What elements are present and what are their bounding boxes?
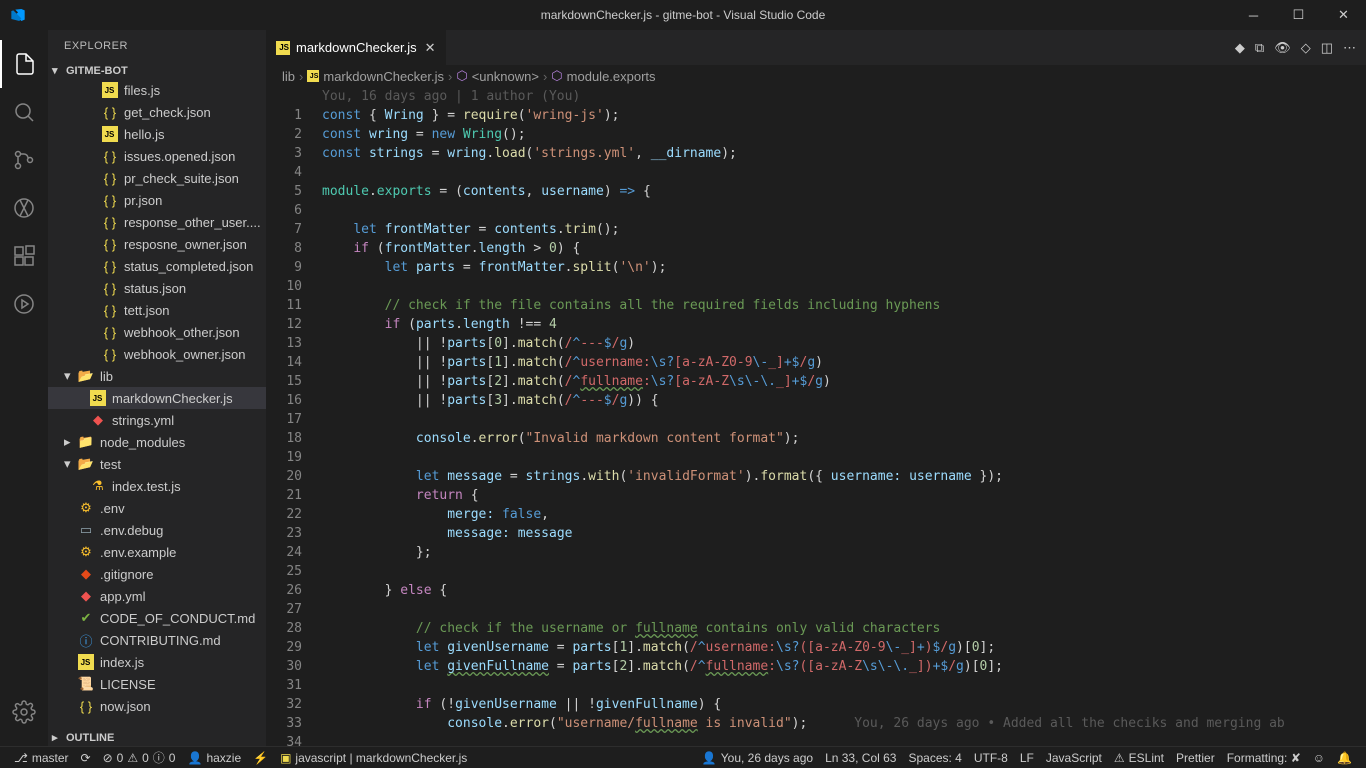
- file-tree: JSfiles.js{ }get_check.jsonJShello.js{ }…: [48, 79, 266, 729]
- indent-indicator[interactable]: Spaces: 4: [902, 751, 967, 765]
- close-button[interactable]: ✕: [1321, 0, 1366, 30]
- branch-icon: ⎇: [14, 751, 28, 765]
- live-share-icon[interactable]: [0, 280, 48, 328]
- code-editor[interactable]: 1234567891011121314151617181920212223242…: [266, 87, 1366, 746]
- tree-item[interactable]: { }pr.json: [48, 189, 266, 211]
- tree-item[interactable]: { }pr_check_suite.json: [48, 167, 266, 189]
- tree-item[interactable]: JShello.js: [48, 123, 266, 145]
- tab-label: markdownChecker.js: [296, 40, 417, 55]
- breadcrumb-item[interactable]: <unknown>: [472, 69, 539, 84]
- tree-item[interactable]: ✔CODE_OF_CONDUCT.md: [48, 607, 266, 629]
- sidebar: EXPLORER ▾GITME-BOT JSfiles.js{ }get_che…: [48, 30, 266, 746]
- tree-item[interactable]: { }now.json: [48, 695, 266, 717]
- js-icon: JS: [276, 41, 290, 55]
- close-icon[interactable]: ✕: [425, 40, 436, 56]
- breadcrumb-item[interactable]: lib: [282, 69, 295, 84]
- outline-header[interactable]: ▸OUTLINE: [48, 729, 266, 746]
- project-name: GITME-BOT: [66, 65, 128, 77]
- lang-indicator[interactable]: ▣ javascript | markdownChecker.js: [274, 751, 473, 765]
- feedback-icon[interactable]: ☺: [1307, 751, 1331, 765]
- tree-item[interactable]: ⓘCONTRIBUTING.md: [48, 629, 266, 651]
- tree-item[interactable]: ▾📂test: [48, 453, 266, 475]
- tree-item[interactable]: { }response_other_user....: [48, 211, 266, 233]
- tree-item[interactable]: ▭.env.debug: [48, 519, 266, 541]
- explorer-icon[interactable]: [0, 40, 48, 88]
- tree-item[interactable]: 📜LICENSE: [48, 673, 266, 695]
- action-icon[interactable]: ⧉: [1255, 40, 1264, 56]
- tree-item[interactable]: ▸📁node_modules: [48, 431, 266, 453]
- tree-item[interactable]: ◆strings.yml: [48, 409, 266, 431]
- editor-area: JS markdownChecker.js ✕ ◆ ⧉ 👁 ◇ ◫ ⋯ lib …: [266, 30, 1366, 746]
- tree-item[interactable]: { }issues.opened.json: [48, 145, 266, 167]
- tree-item[interactable]: JSindex.js: [48, 651, 266, 673]
- encoding-indicator[interactable]: UTF-8: [968, 751, 1014, 765]
- tree-item[interactable]: { }webhook_other.json: [48, 321, 266, 343]
- tree-item[interactable]: ⚗index.test.js: [48, 475, 266, 497]
- tree-item[interactable]: JSfiles.js: [48, 79, 266, 101]
- outline-label: OUTLINE: [66, 732, 114, 744]
- cursor-position[interactable]: Ln 33, Col 63: [819, 751, 902, 765]
- user-icon: 👤: [702, 751, 717, 765]
- bell-icon[interactable]: 🔔: [1331, 751, 1358, 765]
- maximize-button[interactable]: ☐: [1276, 0, 1321, 30]
- window-title: markdownChecker.js - gitme-bot - Visual …: [541, 8, 826, 22]
- search-icon[interactable]: [0, 88, 48, 136]
- vscode-icon: [0, 7, 35, 23]
- more-icon[interactable]: ⋯: [1343, 40, 1356, 56]
- tabs: JS markdownChecker.js ✕ ◆ ⧉ 👁 ◇ ◫ ⋯: [266, 30, 1366, 65]
- tree-item[interactable]: JSmarkdownChecker.js: [48, 387, 266, 409]
- tree-item[interactable]: { }status_completed.json: [48, 255, 266, 277]
- prettier-indicator[interactable]: Prettier: [1170, 751, 1221, 765]
- split-editor-icon[interactable]: ◫: [1321, 40, 1333, 56]
- tree-item[interactable]: { }webhook_owner.json: [48, 343, 266, 365]
- tree-item[interactable]: { }resposne_owner.json: [48, 233, 266, 255]
- tree-item[interactable]: { }get_check.json: [48, 101, 266, 123]
- activity-bar: [0, 30, 48, 746]
- breadcrumb-item[interactable]: markdownChecker.js: [323, 69, 444, 84]
- warning-icon: ⚠: [1114, 751, 1125, 765]
- tree-item[interactable]: ◆app.yml: [48, 585, 266, 607]
- tree-item[interactable]: { }tett.json: [48, 299, 266, 321]
- line-numbers: 1234567891011121314151617181920212223242…: [266, 87, 322, 746]
- code-content[interactable]: You, 16 days ago | 1 author (You) const …: [322, 87, 1366, 746]
- statusbar: ⎇master ⟳ ⊘0 ⚠0 ⓘ0 👤haxzie ⚡ ▣ javascrip…: [0, 746, 1366, 768]
- tab-markdownchecker[interactable]: JS markdownChecker.js ✕: [266, 30, 447, 65]
- warning-icon: ⚠: [127, 751, 138, 765]
- project-header[interactable]: ▾GITME-BOT: [48, 62, 266, 79]
- info-icon: ⓘ: [153, 749, 165, 766]
- sidebar-title: EXPLORER: [48, 30, 266, 62]
- action-icon[interactable]: 👁: [1274, 40, 1291, 56]
- tab-actions: ◆ ⧉ 👁 ◇ ◫ ⋯: [1235, 40, 1366, 56]
- user-icon: 👤: [187, 751, 202, 765]
- eslint-indicator[interactable]: ⚠ESLint: [1108, 751, 1170, 765]
- bolt-icon[interactable]: ⚡: [247, 751, 274, 765]
- language-indicator[interactable]: JavaScript: [1040, 751, 1108, 765]
- source-control-icon[interactable]: [0, 136, 48, 184]
- debug-icon[interactable]: [0, 184, 48, 232]
- window-controls: ─ ☐ ✕: [1231, 0, 1366, 30]
- breadcrumb-item[interactable]: module.exports: [567, 69, 656, 84]
- js-icon: JS: [307, 70, 319, 82]
- error-icon: ⊘: [103, 751, 113, 765]
- tree-item[interactable]: { }status.json: [48, 277, 266, 299]
- action-icon[interactable]: ◇: [1301, 40, 1311, 56]
- settings-icon[interactable]: [0, 688, 48, 736]
- eol-indicator[interactable]: LF: [1014, 751, 1040, 765]
- formatting-indicator[interactable]: Formatting: ✘: [1221, 751, 1307, 765]
- tree-item[interactable]: ⚙.env.example: [48, 541, 266, 563]
- tree-item[interactable]: ◆.gitignore: [48, 563, 266, 585]
- action-icon[interactable]: ◆: [1235, 40, 1245, 56]
- tree-item[interactable]: ⚙.env: [48, 497, 266, 519]
- minimize-button[interactable]: ─: [1231, 0, 1276, 30]
- sync-icon: ⟳: [81, 751, 91, 765]
- titlebar: markdownChecker.js - gitme-bot - Visual …: [0, 0, 1366, 30]
- sync-indicator[interactable]: ⟳: [75, 751, 97, 765]
- branch-indicator[interactable]: ⎇master: [8, 751, 75, 765]
- live-share-status[interactable]: 👤haxzie: [181, 751, 247, 765]
- blame-status[interactable]: 👤You, 26 days ago: [696, 751, 819, 765]
- breadcrumbs[interactable]: lib › JS markdownChecker.js › ⬡ <unknown…: [266, 65, 1366, 87]
- problems-indicator[interactable]: ⊘0 ⚠0 ⓘ0: [97, 749, 182, 766]
- extensions-icon[interactable]: [0, 232, 48, 280]
- tree-item[interactable]: ▾📂lib: [48, 365, 266, 387]
